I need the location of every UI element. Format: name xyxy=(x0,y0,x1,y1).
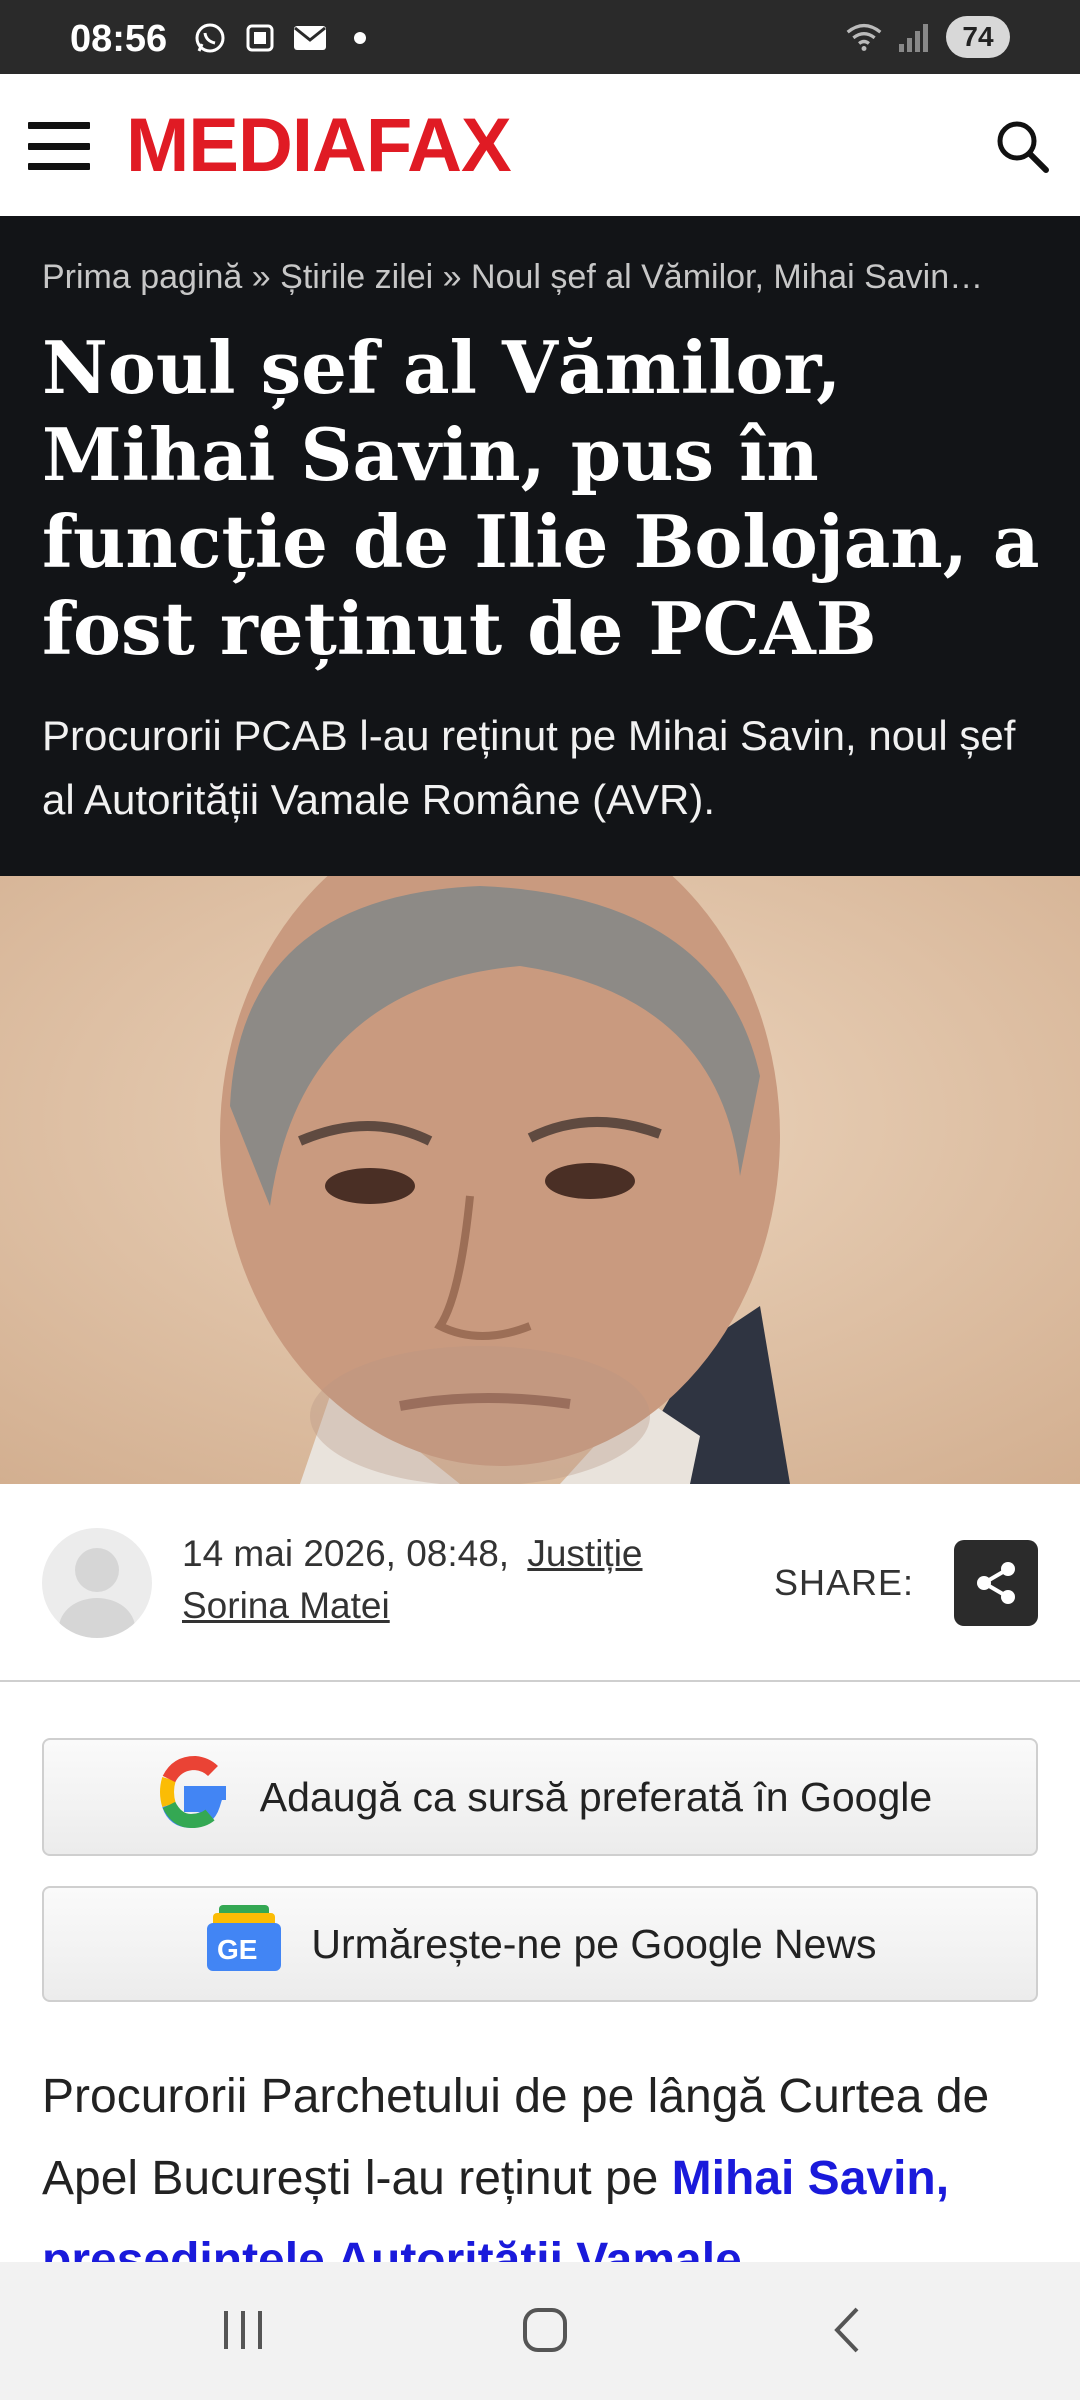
wifi-icon xyxy=(846,19,882,55)
author-link[interactable]: Sorina Matei xyxy=(182,1585,390,1626)
breadcrumb-separator: » xyxy=(251,258,271,296)
author-avatar xyxy=(42,1528,152,1638)
category-link[interactable]: Justiție xyxy=(527,1533,642,1574)
breadcrumb-current: Noul șef al Vămilor, Mihai Savin… xyxy=(471,258,984,296)
google-preferred-source-button[interactable]: Adaugă ca sursă preferată în Google xyxy=(42,1738,1038,1856)
home-icon[interactable] xyxy=(510,2298,580,2362)
share-label: SHARE: xyxy=(774,1562,915,1603)
mediafax-logo[interactable]: MEDIAFAX xyxy=(126,104,512,188)
breadcrumb-section[interactable]: Știrile zilei xyxy=(280,258,433,296)
search-icon[interactable] xyxy=(994,118,1050,174)
back-icon[interactable] xyxy=(812,2298,882,2362)
system-nav-bar xyxy=(0,2262,1080,2400)
battery-icon: 74 xyxy=(946,16,1010,58)
share-button[interactable] xyxy=(954,1540,1038,1626)
breadcrumb: Prima pagină » Știrile zilei » Noul șef … xyxy=(42,258,1042,297)
google-news-label: Urmărește-ne pe Google News xyxy=(311,1920,877,1967)
article-hero-image xyxy=(0,876,1080,1484)
breadcrumb-separator: » xyxy=(442,258,462,296)
google-icon xyxy=(148,1749,234,1845)
meta-text: 14 mai 2026, 08:48, Justiție Sorina Mate… xyxy=(182,1528,643,1632)
whatsapp-icon xyxy=(192,20,228,56)
article-lede: Procurorii PCAB l-au reținut pe Mihai Sa… xyxy=(42,712,1016,823)
article-header: Prima pagină » Știrile zilei » Noul șef … xyxy=(0,216,1080,876)
dot-icon xyxy=(342,20,378,56)
google-preferred-label: Adaugă ca sursă preferată în Google xyxy=(259,1773,933,1820)
signal-icon xyxy=(896,19,932,55)
share-icon xyxy=(977,1562,1015,1604)
hamburger-menu-icon[interactable] xyxy=(28,122,90,170)
google-news-icon: GE xyxy=(203,1903,285,1985)
screenshot-icon xyxy=(242,20,278,56)
breadcrumb-home[interactable]: Prima pagină xyxy=(42,258,242,296)
article-headline: Noul șef al Vămilor, Mihai Savin, pus în… xyxy=(42,325,1040,671)
mail-icon xyxy=(292,20,328,56)
site-header: MEDIAFAX xyxy=(0,74,1080,216)
google-news-button[interactable]: GE Urmărește-ne pe Google News xyxy=(42,1886,1038,2002)
publish-date: 14 mai 2026, 08:48, xyxy=(182,1533,510,1574)
svg-text:GE: GE xyxy=(217,1934,257,1965)
status-bar: 08:56 74 xyxy=(0,0,1080,74)
article-meta: 14 mai 2026, 08:48, Justiție Sorina Mate… xyxy=(0,1484,1080,1682)
recent-apps-icon[interactable] xyxy=(208,2298,278,2362)
status-time: 08:56 xyxy=(70,18,168,60)
